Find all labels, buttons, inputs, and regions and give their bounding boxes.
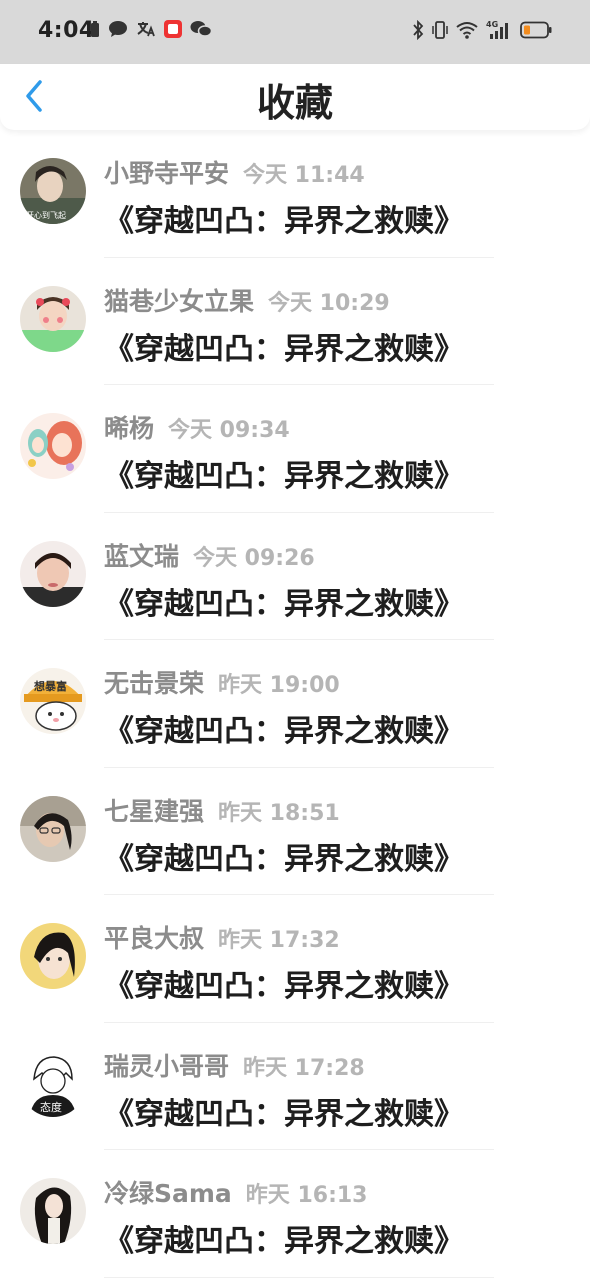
item-message: 《穿越凹凸：异界之救赎》: [104, 1224, 464, 1259]
item-message: 《穿越凹凸：异界之救赎》: [104, 1096, 464, 1132]
list-item[interactable]: 平良大叔 昨天 17:32 《穿越凹凸：异界之救赎》: [0, 895, 590, 1023]
item-name: 瑞灵小哥哥: [104, 1051, 230, 1081]
item-time: 今天 09:26: [193, 545, 315, 571]
page-title: 收藏: [256, 81, 333, 125]
avatar[interactable]: 态度: [20, 1050, 86, 1117]
divider: [104, 1276, 494, 1278]
signal-4g-icon: 4G: [486, 20, 512, 44]
translate-icon: [136, 20, 156, 42]
avatar[interactable]: [20, 285, 86, 352]
item-message: 《穿越凹凸：异界之救赎》: [104, 204, 464, 239]
list-item[interactable]: 态度 瑞灵小哥哥 昨天 17:28 《穿越凹凸：异界之救赎》: [0, 1023, 590, 1150]
item-message: 《穿越凹凸：异界之救赎》: [104, 459, 464, 494]
list-item[interactable]: 想暴富 无击景荣 昨天 19:00 《穿越凹凸：异界之救赎》: [0, 640, 590, 768]
item-name: 猫巷少女立果: [104, 286, 255, 316]
favorites-list: 开心到飞起 小野寺平安 今天 11:44 《穿越凹凸：异界之救赎》 猫巷少女立果…: [0, 130, 590, 1278]
item-message: 《穿越凹凸：异界之救赎》: [104, 714, 464, 749]
avatar[interactable]: 想暴富: [20, 668, 86, 734]
item-name: 冷绿Sama: [104, 1179, 232, 1208]
item-message: 《穿越凹凸：异界之救赎》: [104, 586, 464, 622]
item-time: 昨天 16:13: [245, 1183, 368, 1208]
list-item[interactable]: 冷绿Sama 昨天 16:13 《穿越凹凸：异界之救赎》: [0, 1150, 590, 1278]
bluetooth-icon: [412, 19, 424, 44]
vibrate-icon: [432, 20, 448, 44]
status-time: 4:04: [38, 18, 95, 43]
avatar[interactable]: [20, 923, 86, 989]
favorites-screen: 4:04 4G 收藏 开心到飞起 小野寺平安 今天 11:44 《穿越凹凸：异界…: [0, 0, 590, 1280]
avatar[interactable]: 开心到飞起: [20, 158, 86, 224]
red-app-icon: [164, 20, 182, 42]
item-name: 蓝文瑞: [104, 541, 180, 571]
item-time: 昨天 17:32: [218, 928, 340, 953]
wifi-icon: [456, 21, 478, 43]
wechat-icon: [190, 20, 213, 42]
status-right-icons: 4G: [412, 19, 552, 44]
avatar-caption: 开心到飞起: [26, 211, 66, 220]
item-name: 晞杨: [104, 414, 155, 443]
list-item[interactable]: 晞杨 今天 09:34 《穿越凹凸：异界之救赎》: [0, 385, 590, 513]
item-time: 今天 10:29: [268, 290, 390, 316]
status-left-icons: [90, 20, 213, 42]
item-time: 昨天 18:51: [218, 800, 340, 826]
list-item[interactable]: 七星建强 昨天 18:51 《穿越凹凸：异界之救赎》: [0, 768, 590, 895]
item-message: 《穿越凹凸：异界之救赎》: [104, 969, 464, 1004]
avatar-caption: 想暴富: [33, 679, 67, 693]
avatar[interactable]: [20, 795, 86, 862]
item-name: 小野寺平安: [104, 159, 230, 188]
item-message: 《穿越凹凸：异界之救赎》: [104, 841, 464, 877]
list-item[interactable]: 猫巷少女立果 今天 10:29 《穿越凹凸：异界之救赎》: [0, 258, 590, 385]
item-name: 七星建强: [104, 796, 205, 826]
item-time: 今天 11:44: [243, 163, 365, 188]
avatar[interactable]: [20, 1178, 86, 1244]
battery-low-icon: [520, 21, 552, 43]
avatar-caption: 态度: [40, 1100, 62, 1114]
svg-text:4G: 4G: [486, 20, 498, 29]
item-time: 今天 09:34: [168, 418, 290, 443]
item-message: 《穿越凹凸：异界之救赎》: [104, 331, 464, 367]
item-time: 昨天 17:28: [243, 1055, 365, 1081]
battery-saver-icon: [90, 20, 100, 42]
item-name: 平良大叔: [104, 924, 205, 953]
list-item[interactable]: 蓝文瑞 今天 09:26 《穿越凹凸：异界之救赎》: [0, 513, 590, 640]
item-time: 昨天 19:00: [218, 673, 340, 698]
avatar[interactable]: [20, 413, 86, 479]
top-app-bar: 收藏: [0, 64, 590, 130]
list-item[interactable]: 开心到飞起 小野寺平安 今天 11:44 《穿越凹凸：异界之救赎》: [0, 130, 590, 258]
chat-bubble-icon: [108, 20, 128, 42]
status-bar: 4:04 4G: [0, 0, 590, 64]
avatar[interactable]: [20, 540, 86, 607]
item-name: 无击景荣: [104, 669, 205, 698]
